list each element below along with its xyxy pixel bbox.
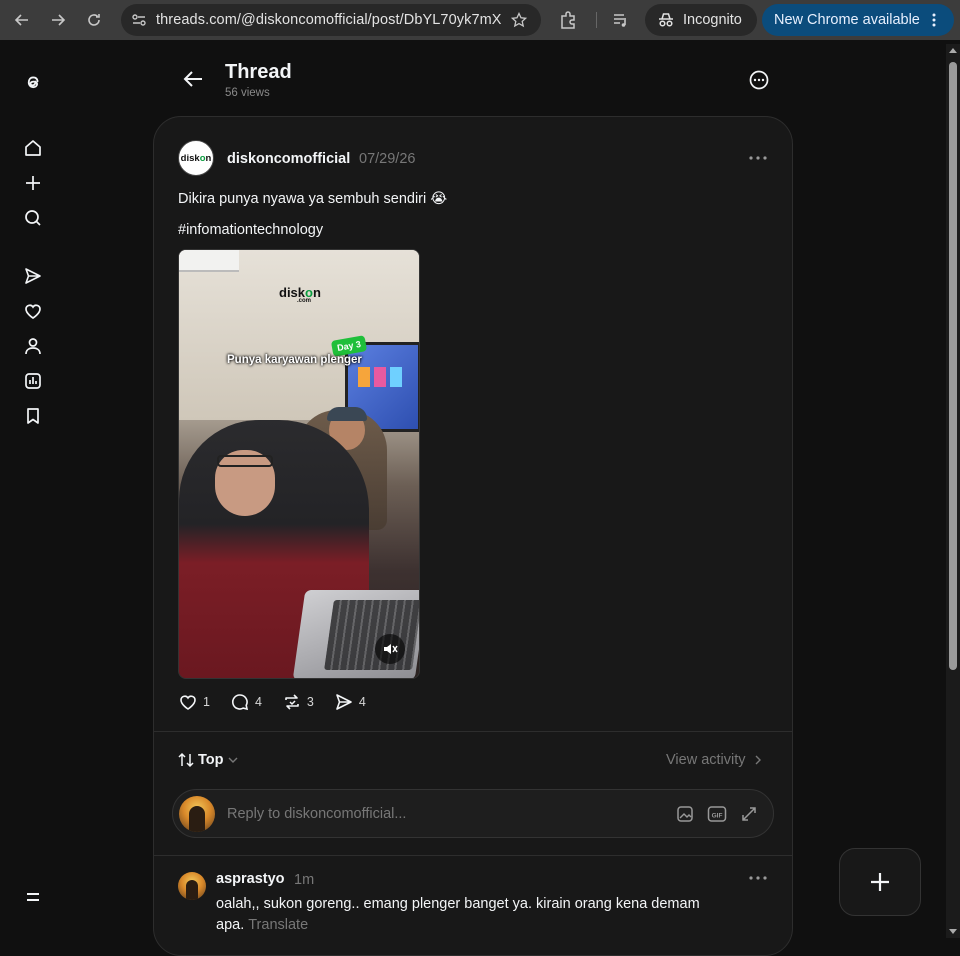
sort-arrows-icon <box>178 752 194 768</box>
back-arrow-icon[interactable] <box>7 5 37 35</box>
home-icon[interactable] <box>22 137 44 159</box>
svg-text:GIF: GIF <box>712 813 723 820</box>
post-hashtag[interactable]: #infomationtechnology <box>178 222 323 238</box>
toolbar-divider <box>596 12 597 28</box>
post-actions: 1 4 3 4 <box>178 692 386 712</box>
page-title: Thread <box>225 61 292 83</box>
sort-label: Top <box>198 752 224 768</box>
comment-icon <box>231 694 249 711</box>
chevron-down-icon <box>228 757 237 763</box>
insights-chart-icon[interactable] <box>22 370 44 392</box>
activity-heart-icon[interactable] <box>22 300 44 322</box>
reply-button[interactable]: 4 <box>230 692 262 712</box>
post-text: Dikira punya nyawa ya sembuh sendiri 😭 <box>178 191 448 207</box>
incognito-indicator[interactable]: Incognito <box>645 4 757 36</box>
sidebar-nav <box>0 44 66 938</box>
view-activity-label: View activity <box>666 752 746 768</box>
comment-time[interactable]: 1m <box>294 872 314 888</box>
translate-link[interactable]: Translate <box>248 917 308 933</box>
incognito-label: Incognito <box>683 12 742 28</box>
update-label: New Chrome available <box>774 12 920 28</box>
profile-icon[interactable] <box>22 335 44 357</box>
send-message-icon[interactable] <box>22 265 44 287</box>
forward-arrow-icon[interactable] <box>43 5 73 35</box>
commenter-avatar[interactable] <box>178 872 206 900</box>
reply-count: 4 <box>254 695 262 709</box>
create-plus-icon[interactable] <box>22 172 44 194</box>
like-count: 1 <box>203 695 210 709</box>
gif-icon[interactable]: GIF <box>707 804 727 824</box>
threads-logo-icon[interactable] <box>21 70 45 94</box>
search-icon[interactable] <box>22 207 44 229</box>
video-scene-keyboard <box>324 600 419 670</box>
video-scene-ac <box>179 250 239 272</box>
browser-toolbar: threads.com/@diskoncomofficial/post/DbYL… <box>0 0 960 40</box>
post-more-button[interactable] <box>748 150 768 171</box>
heart-icon <box>180 695 196 710</box>
kebab-menu-icon[interactable] <box>926 12 942 28</box>
video-caption: Punya karyawan plenger <box>227 354 362 366</box>
incognito-icon <box>659 13 673 27</box>
bookmark-star-icon[interactable] <box>511 12 527 28</box>
view-count: 56 views <box>225 87 270 99</box>
author-avatar[interactable]: diskon <box>178 140 214 176</box>
comment-text: oalah,, sukon goreng.. emang plenger ban… <box>216 894 746 936</box>
section-divider <box>154 731 792 732</box>
comment-more-button[interactable] <box>748 870 768 891</box>
section-divider <box>154 855 792 856</box>
thread-options-button[interactable] <box>748 69 770 96</box>
mute-button[interactable] <box>375 634 405 664</box>
site-settings-icon[interactable] <box>131 12 147 28</box>
repost-button[interactable]: 3 <box>282 692 314 712</box>
address-bar[interactable]: threads.com/@diskoncomofficial/post/DbYL… <box>121 4 541 36</box>
reply-tools: GIF <box>663 804 759 824</box>
back-arrow-button[interactable] <box>183 68 205 95</box>
share-button[interactable]: 4 <box>334 692 366 712</box>
media-controls-icon[interactable] <box>612 11 630 34</box>
more-circle-icon <box>749 70 769 90</box>
video-scene-cap <box>327 407 367 421</box>
share-count: 4 <box>358 695 366 709</box>
scrollbar-thumb[interactable] <box>949 62 957 670</box>
url-text[interactable]: threads.com/@diskoncomofficial/post/DbYL… <box>156 12 502 28</box>
author-avatar-logo: diskon <box>180 152 212 164</box>
like-button[interactable]: 1 <box>178 692 210 712</box>
video-brand-logo: diskon .com <box>279 285 321 304</box>
more-dots-icon <box>749 156 767 160</box>
video-scene-glasses <box>217 455 273 467</box>
view-activity-link[interactable]: View activity <box>666 752 762 768</box>
more-dots-icon <box>749 876 767 880</box>
scroll-up-arrow-icon[interactable] <box>949 48 957 53</box>
reply-composer[interactable]: Reply to diskoncomofficial... GIF <box>172 789 774 838</box>
menu-hamburger-icon[interactable] <box>25 890 41 909</box>
plus-icon <box>871 873 889 891</box>
expand-icon[interactable] <box>739 804 759 824</box>
send-icon <box>336 694 352 710</box>
new-thread-button[interactable] <box>839 848 921 916</box>
page-scrollbar[interactable] <box>946 44 960 938</box>
post-date[interactable]: 07/29/26 <box>359 151 415 167</box>
reload-icon[interactable] <box>79 5 109 35</box>
author-username[interactable]: diskoncomofficial <box>227 151 350 167</box>
sort-dropdown[interactable]: Top <box>178 752 238 768</box>
saved-bookmark-icon[interactable] <box>22 405 44 427</box>
chevron-right-icon <box>755 755 761 765</box>
scroll-down-arrow-icon[interactable] <box>949 929 957 934</box>
chrome-update-button[interactable]: New Chrome available <box>762 4 954 36</box>
arrow-left-icon <box>183 71 202 87</box>
image-attach-icon[interactable] <box>675 804 695 824</box>
speaker-muted-icon <box>384 644 398 654</box>
extensions-icon[interactable] <box>558 10 578 35</box>
repost-count: 3 <box>306 695 314 709</box>
current-user-avatar <box>179 796 215 832</box>
post-video[interactable]: diskon .com Day 3 Punya karyawan plenger <box>178 249 420 679</box>
repost-icon <box>285 694 299 710</box>
commenter-username[interactable]: asprastyo <box>216 871 285 887</box>
reply-input[interactable]: Reply to diskoncomofficial... <box>227 806 406 822</box>
